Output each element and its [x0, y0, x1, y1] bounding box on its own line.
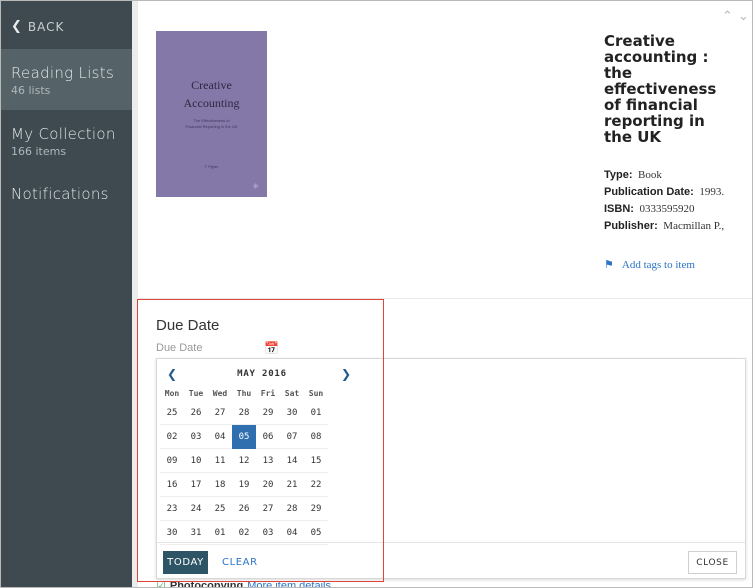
calendar-icon[interactable]: 📅 [264, 341, 279, 355]
back-label: BACK [27, 19, 65, 34]
calendar-day[interactable]: 11 [208, 449, 232, 473]
section-divider [138, 298, 752, 299]
calendar-day[interactable]: 03 [184, 425, 208, 449]
calendar-day[interactable]: 09 [160, 449, 184, 473]
type-label: Type: [604, 169, 633, 181]
calendar-day[interactable]: 14 [280, 449, 304, 473]
cover-subtitle: The Effectiveness of Financial Reporting… [156, 118, 267, 130]
calendar-day[interactable]: 28 [232, 401, 256, 425]
sidebar-item-notifications[interactable]: Notifications [1, 170, 132, 220]
photocopying-label: Photocopying [169, 579, 244, 588]
isbn-field: ISBN: 0333595920 [604, 203, 694, 215]
add-tags-label: Add tags to item [621, 258, 695, 271]
weekday-header: Sat [284, 389, 300, 398]
publication-date-value: 1993. [699, 186, 725, 198]
weekday-header: Wed [212, 389, 228, 398]
calendar-day[interactable]: 13 [256, 449, 280, 473]
publisher-value: Macmillan P., [663, 220, 725, 232]
cover-title-line: Accounting [183, 96, 240, 110]
weekday-header: Sun [308, 389, 324, 398]
weekday-header: Mon [164, 389, 180, 398]
sidebar-item-count: 166 items [11, 145, 67, 158]
calendar-day[interactable]: 08 [304, 425, 328, 449]
sidebar-item-label: My Collection [11, 125, 116, 143]
calendar-day[interactable]: 22 [304, 473, 328, 497]
datepicker-popup: ❮ MAY 2016 ❯ Mon Tue Wed Thu Fri Sat Sun 25 26 27… [156, 358, 746, 579]
calendar-day[interactable]: 15 [304, 449, 328, 473]
publisher-logo-icon: ✳ [252, 182, 259, 191]
calendar-day[interactable]: 26 [184, 401, 208, 425]
calendar-day[interactable]: 06 [256, 425, 280, 449]
calendar-day[interactable]: 24 [184, 497, 208, 521]
due-date-heading: Due Date [156, 317, 220, 334]
cover-author: T Pijper [204, 164, 219, 169]
calendar-day[interactable]: 25 [208, 497, 232, 521]
tags-icon: ⚑ [604, 259, 614, 271]
book-cover: Creative Accounting The Effectiveness of… [156, 31, 267, 197]
publication-date-field: Publication Date: 1993. [604, 186, 724, 198]
more-item-details-link[interactable]: More item details [247, 580, 331, 588]
weekday-header: Fri [260, 389, 276, 398]
calendar-day[interactable]: 29 [304, 497, 328, 521]
photocopying-row: ☑ Photocopying More item details [156, 579, 331, 588]
calendar-day[interactable]: 04 [208, 425, 232, 449]
book-title: Creative accounting : the effectiveness … [604, 32, 717, 146]
calendar-day[interactable]: 02 [160, 425, 184, 449]
isbn-label: ISBN: [604, 203, 634, 215]
chevron-left-icon: ❮ [11, 19, 23, 34]
back-button[interactable]: ❮ BACK [11, 19, 64, 34]
weekday-header: Tue [188, 389, 204, 398]
calendar-header: ❮ MAY 2016 ❯ [157, 359, 367, 389]
calendar-day[interactable]: 21 [280, 473, 304, 497]
sidebar-item-my-collection[interactable]: My Collection 166 items [1, 110, 132, 170]
calendar-day[interactable]: 20 [256, 473, 280, 497]
calendar-day[interactable]: 29 [256, 401, 280, 425]
app-window: ❮ BACK Reading Lists 46 lists My Collect… [0, 0, 753, 588]
add-tags-link[interactable]: ⚑ Add tags to item [604, 258, 695, 272]
sidebar-item-count: 46 lists [11, 84, 51, 97]
calendar-day[interactable]: 19 [232, 473, 256, 497]
calendar-day[interactable]: 30 [280, 401, 304, 425]
calendar-day[interactable]: 16 [160, 473, 184, 497]
cover-subtitle-line: Financial Reporting in the UK [185, 124, 238, 129]
today-button[interactable]: TODAY [163, 551, 208, 574]
chevron-up-icon[interactable]: ⌃ [722, 9, 733, 24]
publication-date-label: Publication Date: [604, 186, 694, 198]
check-icon: ☑ [156, 580, 166, 588]
cover-title: Creative Accounting [156, 76, 267, 112]
calendar-day[interactable]: 26 [232, 497, 256, 521]
sidebar-item-label: Notifications [11, 185, 109, 203]
type-field: Type: Book [604, 169, 662, 181]
sidebar-item-label: Reading Lists [11, 64, 115, 82]
sidebar-item-reading-lists[interactable]: Reading Lists 46 lists [1, 49, 132, 110]
weekday-header: Thu [236, 389, 252, 398]
calendar-day[interactable]: 28 [280, 497, 304, 521]
calendar-day[interactable]: 10 [184, 449, 208, 473]
due-date-input[interactable]: Due Date [156, 342, 202, 354]
calendar-day[interactable]: 12 [232, 449, 256, 473]
calendar-day[interactable]: 07 [280, 425, 304, 449]
calendar-day[interactable]: 27 [208, 401, 232, 425]
calendar-day[interactable]: 23 [160, 497, 184, 521]
clear-button[interactable]: CLEAR [222, 557, 258, 568]
calendar-day[interactable]: 17 [184, 473, 208, 497]
isbn-value: 0333595920 [639, 203, 695, 215]
calendar-day-selected[interactable]: 05 [232, 425, 256, 449]
chevron-down-icon[interactable]: ⌄ [738, 9, 749, 24]
calendar-day[interactable]: 01 [304, 401, 328, 425]
sidebar: ❮ BACK Reading Lists 46 lists My Collect… [1, 1, 132, 587]
close-button[interactable]: CLOSE [688, 551, 737, 574]
month-label[interactable]: MAY 2016 [157, 369, 367, 379]
calendar-day[interactable]: 27 [256, 497, 280, 521]
publisher-field: Publisher: Macmillan P., [604, 220, 724, 232]
cover-title-line: Creative [191, 78, 232, 92]
calendar-day[interactable]: 18 [208, 473, 232, 497]
datepicker-footer: TODAY CLEAR CLOSE [157, 542, 745, 579]
calendar-day[interactable]: 25 [160, 401, 184, 425]
chevron-right-icon[interactable]: ❯ [341, 367, 351, 381]
type-value: Book [638, 169, 662, 181]
publisher-label: Publisher: [604, 220, 658, 232]
scroll-gutter [132, 1, 138, 587]
